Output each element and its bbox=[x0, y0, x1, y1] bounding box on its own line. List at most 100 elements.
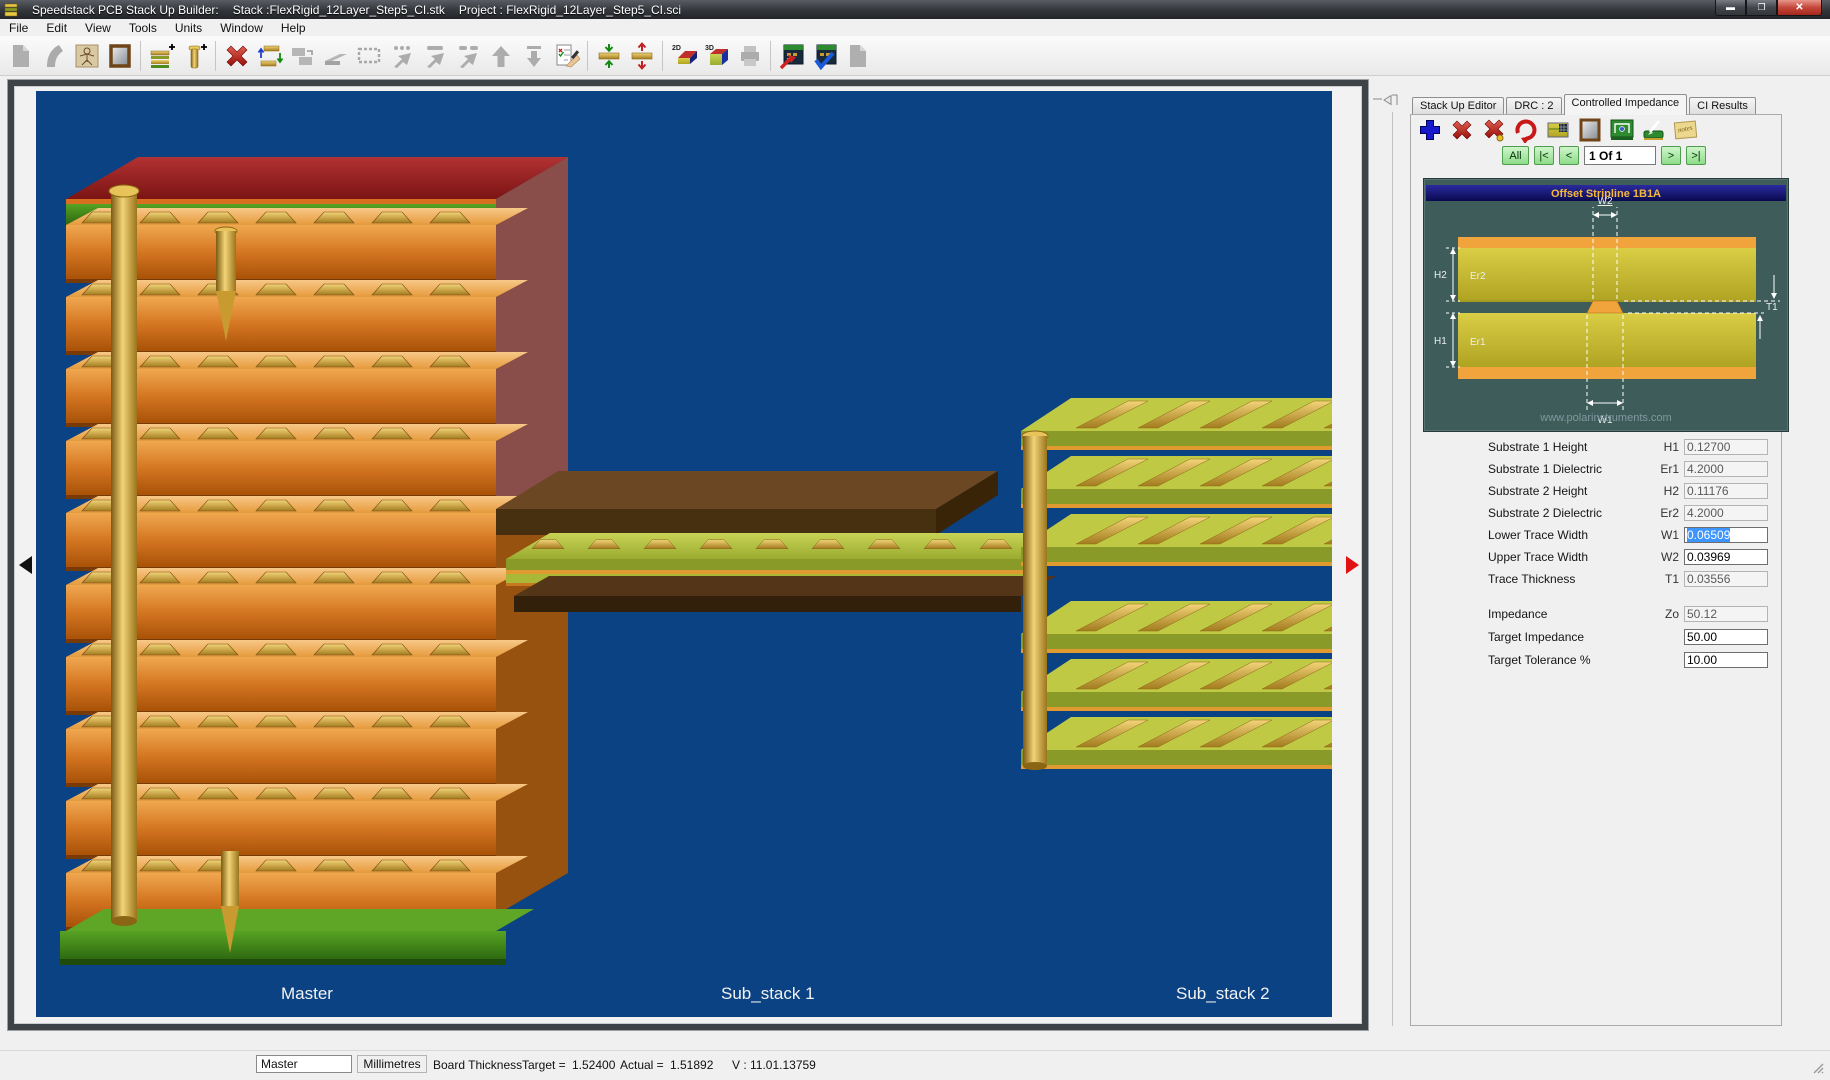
menu-view[interactable]: View bbox=[76, 20, 120, 36]
add-drill-button[interactable] bbox=[178, 39, 211, 73]
view-2d-icon: 2D bbox=[670, 42, 698, 70]
nav-all-button[interactable]: All bbox=[1502, 146, 1529, 165]
sign-off-stack-button[interactable] bbox=[550, 39, 583, 73]
target-impedance-field[interactable]: 50.00 bbox=[1684, 629, 1768, 645]
view-2d-button[interactable]: 2D bbox=[667, 39, 700, 73]
report-button[interactable] bbox=[841, 39, 874, 73]
delete-structure-button[interactable] bbox=[1448, 116, 1475, 143]
splitter[interactable] bbox=[1392, 112, 1393, 1026]
diagram-er2-label: Er2 bbox=[1470, 271, 1486, 282]
notes-button[interactable]: notes bbox=[1672, 116, 1699, 143]
lower-trace-width-field[interactable]: 0.06509 bbox=[1684, 527, 1768, 543]
menu-tools[interactable]: Tools bbox=[120, 20, 166, 36]
actual-label: Actual = bbox=[620, 1058, 664, 1072]
master-stack bbox=[60, 157, 568, 965]
new-stack-button[interactable] bbox=[4, 39, 37, 73]
paste-sub-stack-button[interactable] bbox=[319, 39, 352, 73]
menu-units[interactable]: Units bbox=[166, 20, 211, 36]
goal-seek-icon bbox=[1610, 118, 1634, 142]
structure-browser-button[interactable] bbox=[1544, 116, 1571, 143]
shift-arrow-dots-icon bbox=[388, 42, 416, 70]
ci-toolbar: notes bbox=[1416, 116, 1699, 143]
close-button[interactable]: ✕ bbox=[1777, 0, 1822, 16]
offset-stripline-diagram: Offset Stripline 1B1A W2 H2 E bbox=[1424, 179, 1788, 431]
shift-sub-stack-1-button[interactable] bbox=[385, 39, 418, 73]
nav-prev-button[interactable]: < bbox=[1559, 146, 1579, 165]
move-layer-down-button[interactable] bbox=[517, 39, 550, 73]
view-3d-button[interactable]: 3D bbox=[700, 39, 733, 73]
nav-position-field[interactable]: 1 Of 1 bbox=[1584, 146, 1656, 165]
menu-edit[interactable]: Edit bbox=[37, 20, 76, 36]
paste-sub-stack-icon bbox=[322, 42, 350, 70]
tab-controlled-impedance[interactable]: Controlled Impedance bbox=[1564, 94, 1688, 115]
pan-left-arrow-icon[interactable] bbox=[19, 556, 32, 574]
minimize-button[interactable]: ▬ bbox=[1715, 0, 1746, 16]
units-indicator[interactable]: Millimetres bbox=[357, 1055, 427, 1073]
target-value: 1.52400 bbox=[572, 1058, 615, 1072]
tab-stack-up-editor[interactable]: Stack Up Editor bbox=[1412, 97, 1504, 115]
diagram-watermark: www.polarinstruments.com bbox=[1539, 412, 1671, 424]
mirror-structure-button[interactable] bbox=[1576, 116, 1603, 143]
shift-sub-stack-2-button[interactable] bbox=[418, 39, 451, 73]
add-layer-button[interactable] bbox=[145, 39, 178, 73]
nav-last-button[interactable]: >| bbox=[1686, 146, 1706, 165]
add-layer-icon bbox=[148, 42, 176, 70]
add-drill-icon bbox=[181, 42, 209, 70]
field-row-substrate2-height: Substrate 2 Height H2 0.11176 bbox=[1488, 480, 1768, 502]
expand-core-button[interactable] bbox=[625, 39, 658, 73]
technical-reference-button[interactable] bbox=[70, 39, 103, 73]
app-title: Speedstack PCB Stack Up Builder: bbox=[32, 3, 219, 17]
nav-next-button[interactable]: > bbox=[1661, 146, 1681, 165]
toolbar-separator bbox=[140, 41, 141, 71]
copy-sub-stack-button[interactable] bbox=[286, 39, 319, 73]
upper-trace-width-field[interactable]: 0.03969 bbox=[1684, 549, 1768, 565]
add-structure-button[interactable] bbox=[1416, 116, 1443, 143]
select-region-icon bbox=[355, 42, 383, 70]
ci-parameter-form: Substrate 1 Height H1 0.12700 Substrate … bbox=[1488, 436, 1768, 590]
compress-core-button[interactable] bbox=[592, 39, 625, 73]
expand-icon bbox=[628, 42, 656, 70]
nav-first-button[interactable]: |< bbox=[1534, 146, 1554, 165]
toolbar-separator bbox=[215, 41, 216, 71]
tab-ci-results[interactable]: CI Results bbox=[1689, 97, 1756, 115]
move-layer-up-button[interactable] bbox=[484, 39, 517, 73]
delete-item-button[interactable] bbox=[220, 39, 253, 73]
stack-wizard-button[interactable] bbox=[37, 39, 70, 73]
goto-stack-button[interactable] bbox=[775, 39, 808, 73]
main-toolbar: 2D 3D bbox=[0, 36, 1830, 76]
stackup-3d-view[interactable]: Master Sub_stack 1 Sub_stack 2 bbox=[36, 91, 1332, 1017]
wizard-icon bbox=[40, 42, 68, 70]
mirror-stack-button[interactable] bbox=[103, 39, 136, 73]
pan-right-arrow-icon[interactable] bbox=[1346, 556, 1359, 574]
substrate2-dielectric-field: 4.2000 bbox=[1684, 505, 1768, 521]
tab-drc[interactable]: DRC : 2 bbox=[1506, 97, 1561, 115]
sweep-button[interactable] bbox=[1640, 116, 1667, 143]
substrate1-height-field: 0.12700 bbox=[1684, 439, 1768, 455]
shift-sub-stack-3-button[interactable] bbox=[451, 39, 484, 73]
target-tolerance-field[interactable]: 10.00 bbox=[1684, 652, 1768, 668]
menu-help[interactable]: Help bbox=[272, 20, 315, 36]
print-button[interactable] bbox=[733, 39, 766, 73]
approve-stack-icon bbox=[811, 42, 839, 70]
diagram-er1-label: Er1 bbox=[1470, 337, 1486, 348]
menu-window[interactable]: Window bbox=[211, 20, 272, 36]
recalculate-button[interactable] bbox=[1512, 116, 1539, 143]
menu-file[interactable]: File bbox=[0, 20, 37, 36]
approve-stack-button[interactable] bbox=[808, 39, 841, 73]
diagram-h2-label: H2 bbox=[1434, 270, 1447, 281]
field-row-substrate1-height: Substrate 1 Height H1 0.12700 bbox=[1488, 436, 1768, 458]
delete-x-icon bbox=[223, 42, 251, 70]
delete-structure-icon bbox=[1450, 118, 1474, 142]
splitter-collapse-button[interactable] bbox=[1372, 94, 1398, 106]
sub-stack-1-label: Sub_stack 1 bbox=[721, 984, 815, 1003]
sign-off-icon bbox=[553, 42, 581, 70]
field-row-impedance: Impedance Zo 50.12 bbox=[1488, 602, 1768, 625]
select-region-button[interactable] bbox=[352, 39, 385, 73]
delete-all-structures-button[interactable] bbox=[1480, 116, 1507, 143]
goal-seek-button[interactable] bbox=[1608, 116, 1635, 143]
field-row-upper-trace-width: Upper Trace Width W2 0.03969 bbox=[1488, 546, 1768, 568]
resize-grip[interactable] bbox=[1812, 1062, 1825, 1075]
swap-layers-button[interactable] bbox=[253, 39, 286, 73]
restore-button[interactable]: ❐ bbox=[1746, 0, 1777, 16]
active-stack-selector[interactable]: Master bbox=[256, 1055, 352, 1073]
